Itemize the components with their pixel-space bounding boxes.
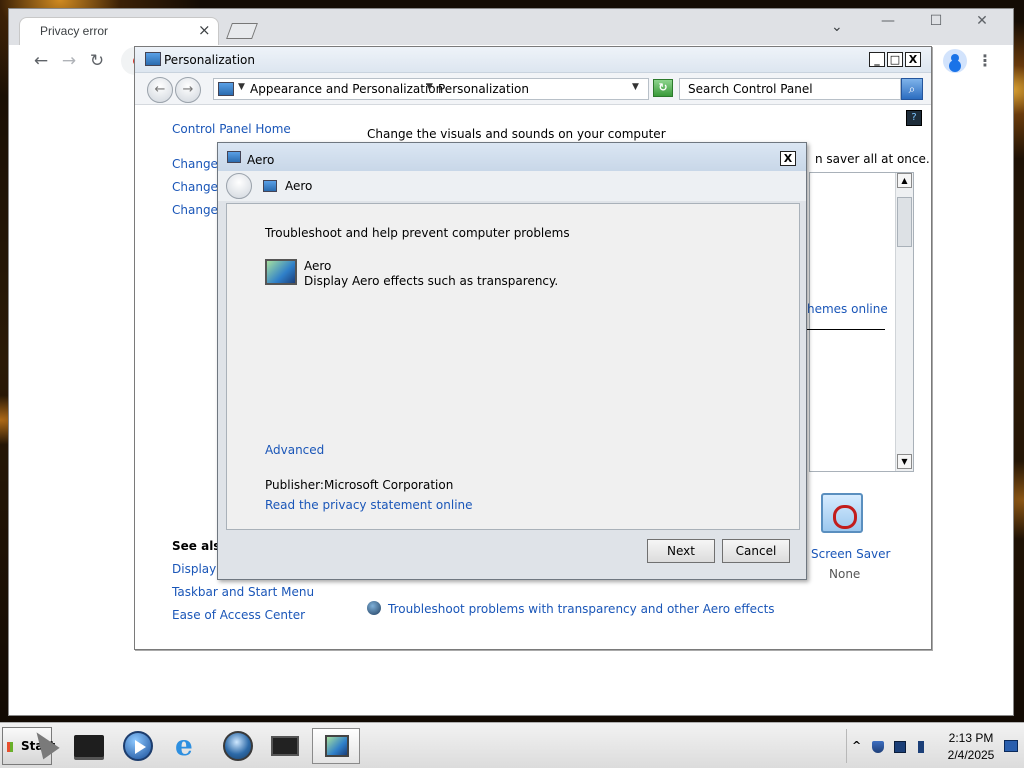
divider xyxy=(807,329,885,330)
publisher-value: Microsoft Corporation xyxy=(324,478,454,492)
back-icon[interactable]: ← xyxy=(29,51,53,71)
scrollbar-thumb[interactable] xyxy=(897,197,912,247)
back-button[interactable] xyxy=(226,173,252,199)
chevron-down-icon[interactable]: ▼ xyxy=(238,82,245,92)
see-also-ease-of-access-link[interactable]: Ease of Access Center xyxy=(172,608,305,622)
next-button[interactable]: Next xyxy=(647,539,715,563)
aero-troubleshooter-icon xyxy=(265,259,297,285)
forward-icon[interactable]: → xyxy=(57,51,81,71)
privacy-statement-link[interactable]: Read the privacy statement online xyxy=(265,498,473,512)
control-panel-home-link[interactable]: Control Panel Home xyxy=(172,122,291,136)
close-button[interactable]: X xyxy=(780,151,796,166)
network-monitor-icon[interactable] xyxy=(894,741,906,753)
screen-saver-value: None xyxy=(829,567,861,581)
left-link-change-1[interactable]: Change xyxy=(172,157,218,171)
security-shield-icon[interactable] xyxy=(872,741,884,753)
wizard-title: Aero xyxy=(285,179,313,193)
close-icon[interactable]: ✕ xyxy=(967,13,997,29)
clock-date[interactable]: 2/4/2025 xyxy=(946,748,996,762)
display-settings-icon[interactable] xyxy=(312,728,360,764)
search-input[interactable]: Search Control Panel xyxy=(679,78,901,100)
advanced-link[interactable]: Advanced xyxy=(265,443,324,457)
troubleshoot-globe-icon xyxy=(367,601,381,615)
back-button[interactable]: ← xyxy=(147,77,173,103)
media-player-icon[interactable] xyxy=(121,729,155,763)
tab-search-icon[interactable]: ⌄ xyxy=(831,19,843,35)
refresh-button[interactable]: ↻ xyxy=(653,79,673,97)
left-link-change-2[interactable]: Change xyxy=(172,180,218,194)
screen-saver-link[interactable]: Screen Saver xyxy=(811,547,890,561)
address-history-dropdown-icon[interactable]: ▼ xyxy=(632,82,639,92)
taskbar: Start e ^ 2:13 PM 2/4/2025 xyxy=(0,722,1024,768)
search-icon[interactable]: ⌕ xyxy=(901,78,923,100)
address-bar[interactable]: ▼ Appearance and Personalization ▼ Perso… xyxy=(213,78,649,100)
forward-button[interactable]: → xyxy=(175,77,201,103)
maximize-icon[interactable]: ☐ xyxy=(921,13,951,29)
browser-menu-icon[interactable]: ⋮ xyxy=(975,51,995,70)
terminal-icon[interactable] xyxy=(72,729,106,763)
aero-titlebar[interactable]: Aero X xyxy=(218,143,806,171)
tab-title: Privacy error xyxy=(40,24,109,38)
close-button[interactable]: X xyxy=(905,52,921,67)
scroll-down-icon[interactable]: ▼ xyxy=(897,454,912,469)
reload-icon[interactable]: ↻ xyxy=(85,51,109,71)
windows-flag-icon xyxy=(7,742,13,752)
internet-explorer-icon[interactable]: e xyxy=(172,729,206,763)
tray-divider xyxy=(846,729,847,763)
wizard-content: Troubleshoot and help prevent computer p… xyxy=(226,203,800,530)
control-panel-icon xyxy=(218,82,234,96)
profile-avatar-icon[interactable] xyxy=(943,49,967,73)
screen-saver-icon[interactable] xyxy=(821,493,863,533)
system-tray: ^ 2:13 PM 2/4/2025 xyxy=(846,727,1024,765)
left-link-change-3[interactable]: Change xyxy=(172,203,218,217)
wizard-heading: Troubleshoot and help prevent computer p… xyxy=(265,226,570,240)
aero-app-icon xyxy=(227,151,241,163)
get-more-themes-link[interactable]: hemes online xyxy=(807,302,888,316)
see-also-display-link[interactable]: Display xyxy=(172,562,216,576)
wizard-navbar: Aero xyxy=(218,171,806,201)
publisher-label: Publisher: xyxy=(265,478,324,492)
chevron-down-icon[interactable]: ▼ xyxy=(426,82,433,92)
cancel-button[interactable]: Cancel xyxy=(722,539,790,563)
tab-privacy-error[interactable]: Privacy error × xyxy=(19,17,219,45)
clock-time[interactable]: 2:13 PM xyxy=(946,731,996,745)
tab-close-icon[interactable]: × xyxy=(198,21,211,39)
troubleshooter-description: Display Aero effects such as transparenc… xyxy=(304,274,559,288)
action-center-icon[interactable] xyxy=(1004,740,1018,752)
troubleshoot-aero-link[interactable]: Troubleshoot problems with transparency … xyxy=(388,602,775,616)
remote-desktop-icon[interactable] xyxy=(268,729,302,763)
scroll-up-icon[interactable]: ▲ xyxy=(897,173,912,188)
breadcrumb-personalization[interactable]: Personalization xyxy=(438,82,529,96)
minimize-button[interactable]: _ xyxy=(869,52,885,67)
minimize-icon[interactable]: — xyxy=(873,13,903,29)
tab-bar: Privacy error × ⌄ — ☐ ✕ xyxy=(9,9,1013,45)
new-tab-button[interactable] xyxy=(226,23,258,39)
maximize-button[interactable]: □ xyxy=(887,52,903,67)
troubleshooter-name: Aero xyxy=(304,259,332,273)
explorer-navbar: ← → ▼ Appearance and Personalization ▼ P… xyxy=(135,73,931,105)
help-icon[interactable]: ? xyxy=(906,110,922,126)
page-heading: Change the visuals and sounds on your co… xyxy=(367,127,666,141)
theme-description-text: n saver all at once. xyxy=(815,152,930,166)
breadcrumb-appearance[interactable]: Appearance and Personalization xyxy=(250,82,443,96)
dialog-title: Aero xyxy=(247,153,275,167)
personalization-titlebar[interactable]: Personalization _ □ X xyxy=(135,47,931,73)
theme-list-scrollbar[interactable]: ▲ ▼ xyxy=(895,173,913,471)
window-title: Personalization xyxy=(164,53,255,67)
personalization-app-icon xyxy=(145,52,161,66)
aero-troubleshooter-dialog: Aero X Aero Troubleshoot and help preven… xyxy=(217,142,807,580)
aero-app-icon xyxy=(263,180,277,192)
volume-speaker-icon[interactable] xyxy=(918,741,930,753)
show-hidden-icons-chevron-icon[interactable]: ^ xyxy=(852,739,861,752)
see-also-taskbar-link[interactable]: Taskbar and Start Menu xyxy=(172,585,314,599)
network-globe-icon[interactable] xyxy=(221,729,255,763)
